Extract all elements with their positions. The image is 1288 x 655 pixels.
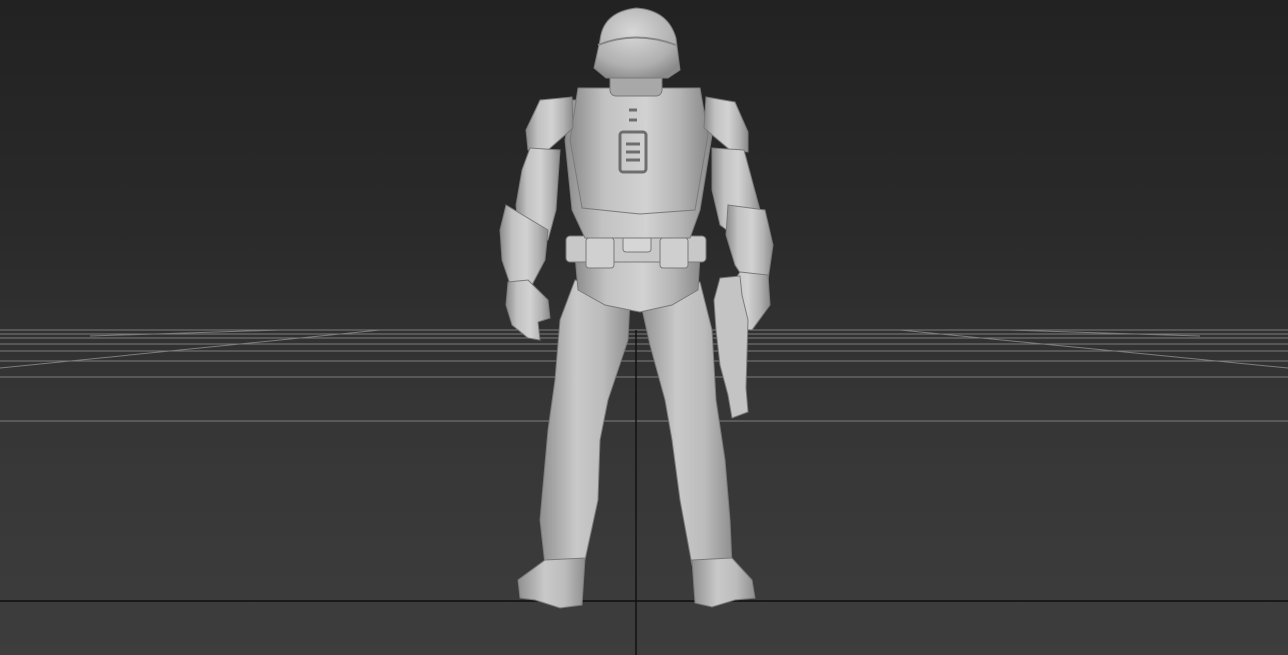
grid-line (0, 329, 381, 369)
belt-pouch (659, 237, 689, 269)
3d-viewport[interactable] (0, 0, 1288, 655)
grid-line (899, 329, 1288, 369)
viewport-canvas[interactable] (0, 0, 1288, 655)
left-leg (539, 279, 631, 566)
right-boot (691, 557, 756, 608)
grid-line (1009, 329, 1201, 337)
pistol (713, 275, 749, 419)
grid-line (89, 329, 281, 337)
belt-pouch (585, 237, 615, 269)
left-hand (505, 279, 551, 341)
world-axes (0, 330, 1288, 655)
ground-grid (0, 329, 1288, 422)
